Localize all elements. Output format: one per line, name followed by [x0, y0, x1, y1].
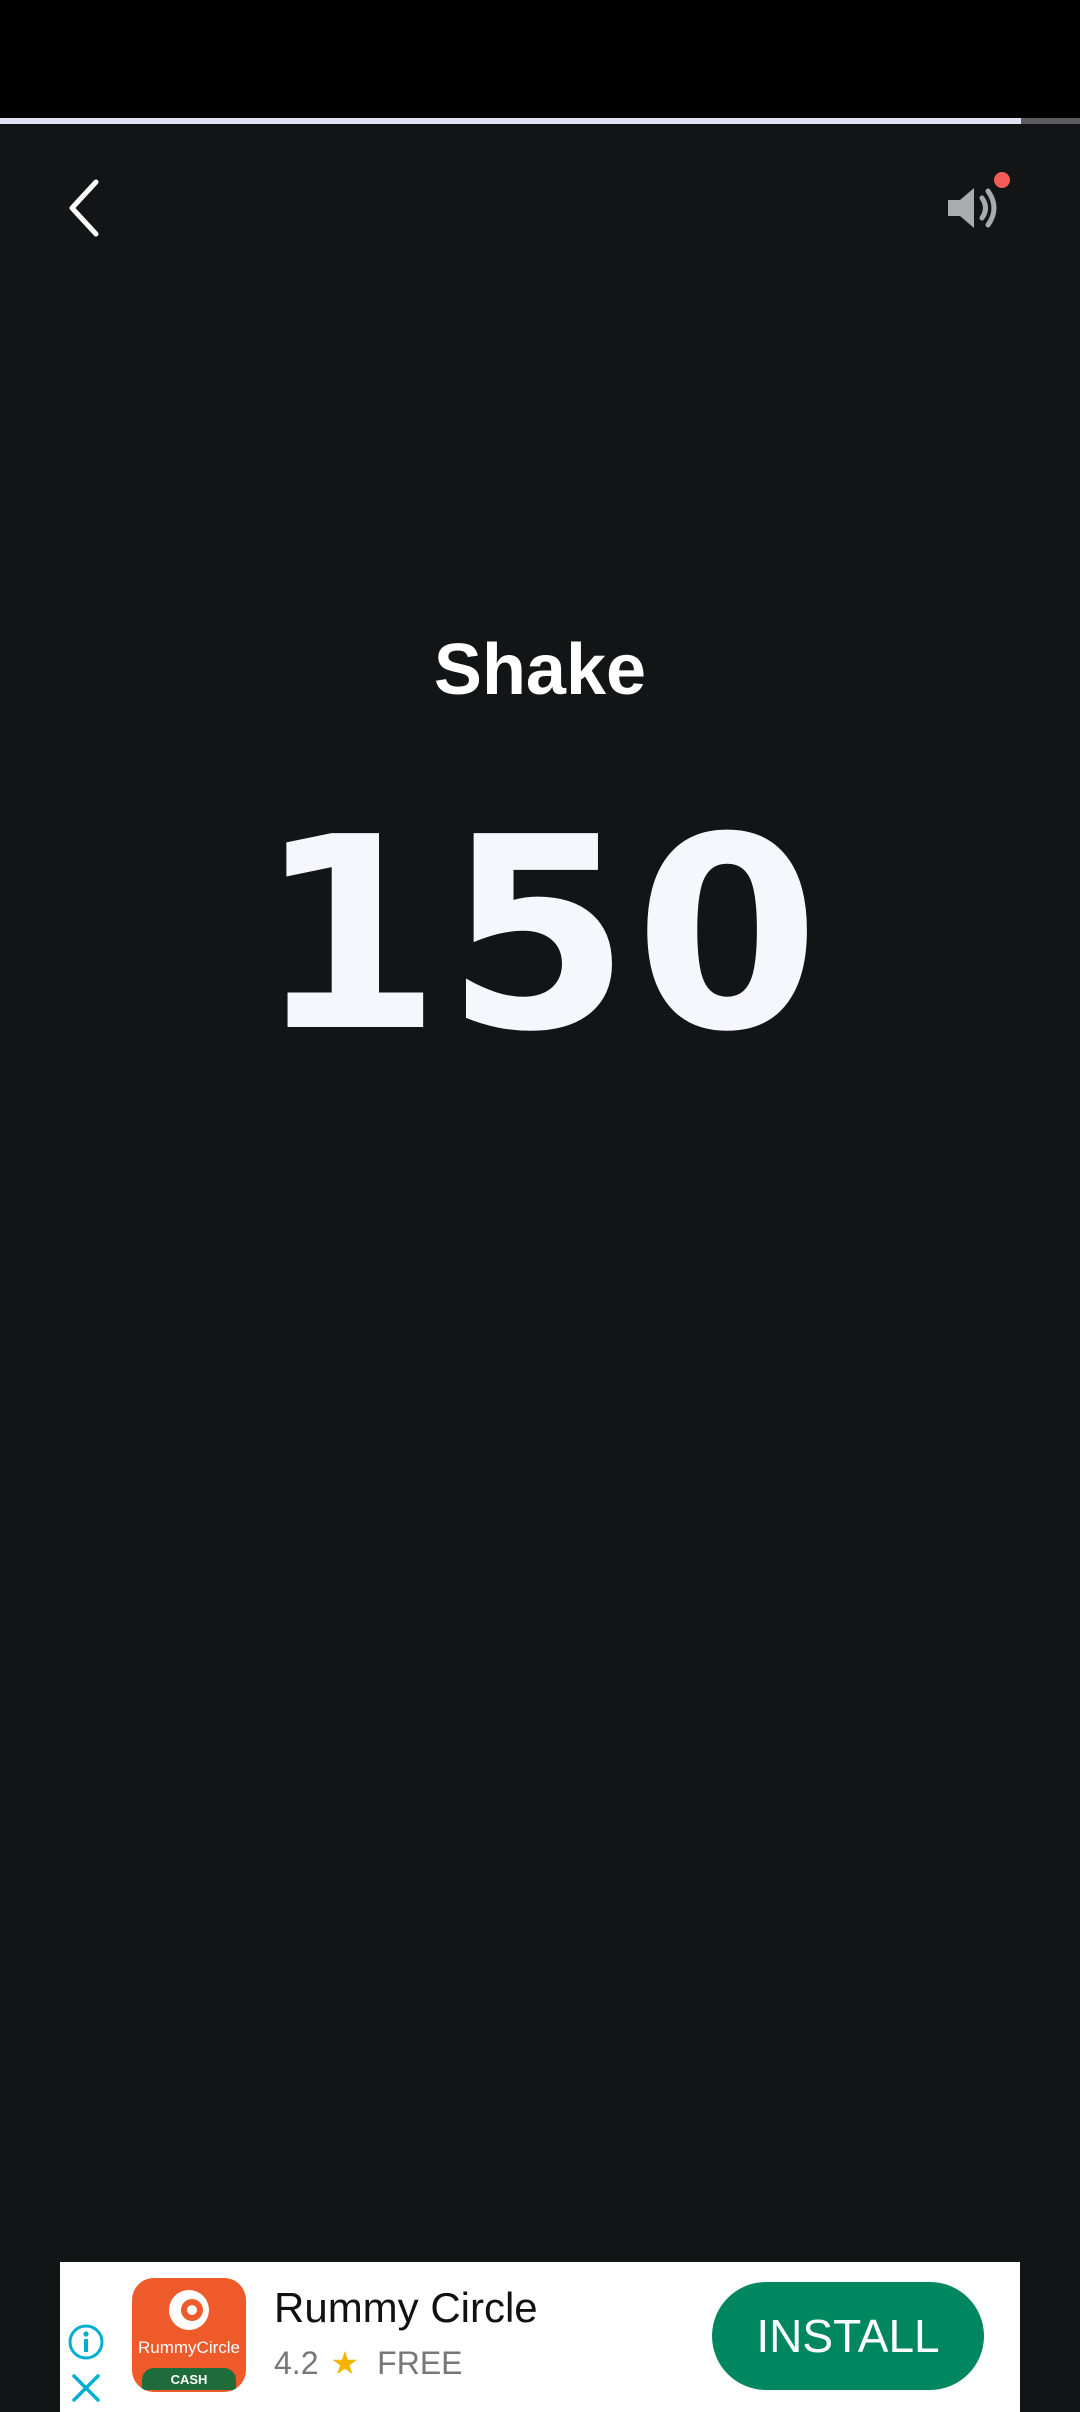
ad-banner[interactable]: RummyCircle CASH Rummy Circle 4.2 ★ FREE… [60, 2262, 1020, 2412]
ad-rating: 4.2 [274, 2344, 319, 2381]
app-icon-badge: CASH [142, 2368, 236, 2390]
volume-icon [948, 188, 997, 228]
info-icon[interactable] [66, 2322, 106, 2362]
ad-rating-row: 4.2 ★ FREE [274, 2340, 463, 2386]
chevron-left-icon [69, 179, 99, 237]
screen: Shake 150 RummyCircle CASH Rummy Circle … [0, 0, 1080, 2412]
page-title: Shake [433, 630, 647, 710]
ad-price: FREE [377, 2344, 463, 2381]
install-button[interactable]: INSTALL [712, 2282, 984, 2390]
rummy-logo-icon [169, 2290, 209, 2330]
notification-dot [994, 172, 1010, 188]
app-icon-text: RummyCircle [138, 2338, 240, 2357]
app-icon[interactable]: RummyCircle CASH [132, 2278, 246, 2392]
shake-counter: 150 [256, 780, 824, 1090]
star-icon: ★ [330, 2345, 360, 2381]
progress-fill [0, 118, 1021, 124]
ad-app-name: Rummy Circle [274, 2284, 538, 2331]
close-icon[interactable] [68, 2370, 104, 2406]
back-button[interactable] [44, 168, 124, 248]
status-bar [0, 0, 1080, 118]
progress-bar [0, 118, 1080, 124]
